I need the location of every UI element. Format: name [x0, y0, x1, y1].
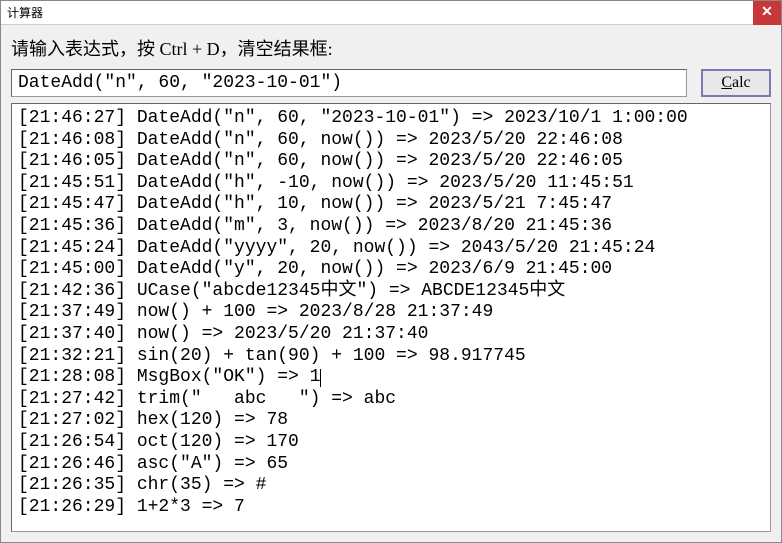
result-line: [21:45:47] DateAdd("h", 10, now()) => 20…	[18, 194, 764, 216]
results-box[interactable]: [21:46:27] DateAdd("n", 60, "2023-10-01"…	[11, 103, 771, 532]
close-button[interactable]: ✕	[753, 1, 781, 25]
expression-input[interactable]	[11, 69, 687, 97]
result-line: [21:28:08] MsgBox("OK") => 1	[18, 367, 764, 389]
result-line: [21:27:42] trim(" abc ") => abc	[18, 389, 764, 411]
result-line: [21:46:08] DateAdd("n", 60, now()) => 20…	[18, 130, 764, 152]
result-line: [21:42:36] UCase("abcde12345中文") => ABCD…	[18, 281, 764, 303]
result-line: [21:26:46] asc("A") => 65	[18, 454, 764, 476]
result-line: [21:37:40] now() => 2023/5/20 21:37:40	[18, 324, 764, 346]
result-line: [21:45:00] DateAdd("y", 20, now()) => 20…	[18, 259, 764, 281]
result-line: [21:45:24] DateAdd("yyyy", 20, now()) =>…	[18, 238, 764, 260]
result-line: [21:45:51] DateAdd("h", -10, now()) => 2…	[18, 173, 764, 195]
result-line: [21:45:36] DateAdd("m", 3, now()) => 202…	[18, 216, 764, 238]
titlebar: 计算器 ✕	[1, 1, 781, 25]
window-title: 计算器	[7, 4, 43, 21]
input-row: Calc	[11, 69, 771, 97]
result-line: [21:26:54] oct(120) => 170	[18, 432, 764, 454]
result-line: [21:26:35] chr(35) => #	[18, 475, 764, 497]
result-line: [21:27:02] hex(120) => 78	[18, 410, 764, 432]
result-line: [21:37:49] now() + 100 => 2023/8/28 21:3…	[18, 302, 764, 324]
prompt-label: 请输入表达式，按 Ctrl + D，清空结果框:	[11, 35, 771, 61]
calc-button-accel: C	[721, 74, 732, 92]
text-cursor	[320, 369, 321, 387]
result-line: [21:46:05] DateAdd("n", 60, now()) => 20…	[18, 151, 764, 173]
app-window: 计算器 ✕ 请输入表达式，按 Ctrl + D，清空结果框: Calc [21:…	[0, 0, 782, 543]
calc-button-rest: alc	[732, 74, 751, 92]
result-line: [21:32:21] sin(20) + tan(90) + 100 => 98…	[18, 346, 764, 368]
close-icon: ✕	[761, 4, 773, 21]
calc-button[interactable]: Calc	[701, 69, 771, 97]
result-line: [21:26:29] 1+2*3 => 7	[18, 497, 764, 519]
content-area: 请输入表达式，按 Ctrl + D，清空结果框: Calc [21:46:27]…	[1, 25, 781, 542]
result-line: [21:46:27] DateAdd("n", 60, "2023-10-01"…	[18, 108, 764, 130]
